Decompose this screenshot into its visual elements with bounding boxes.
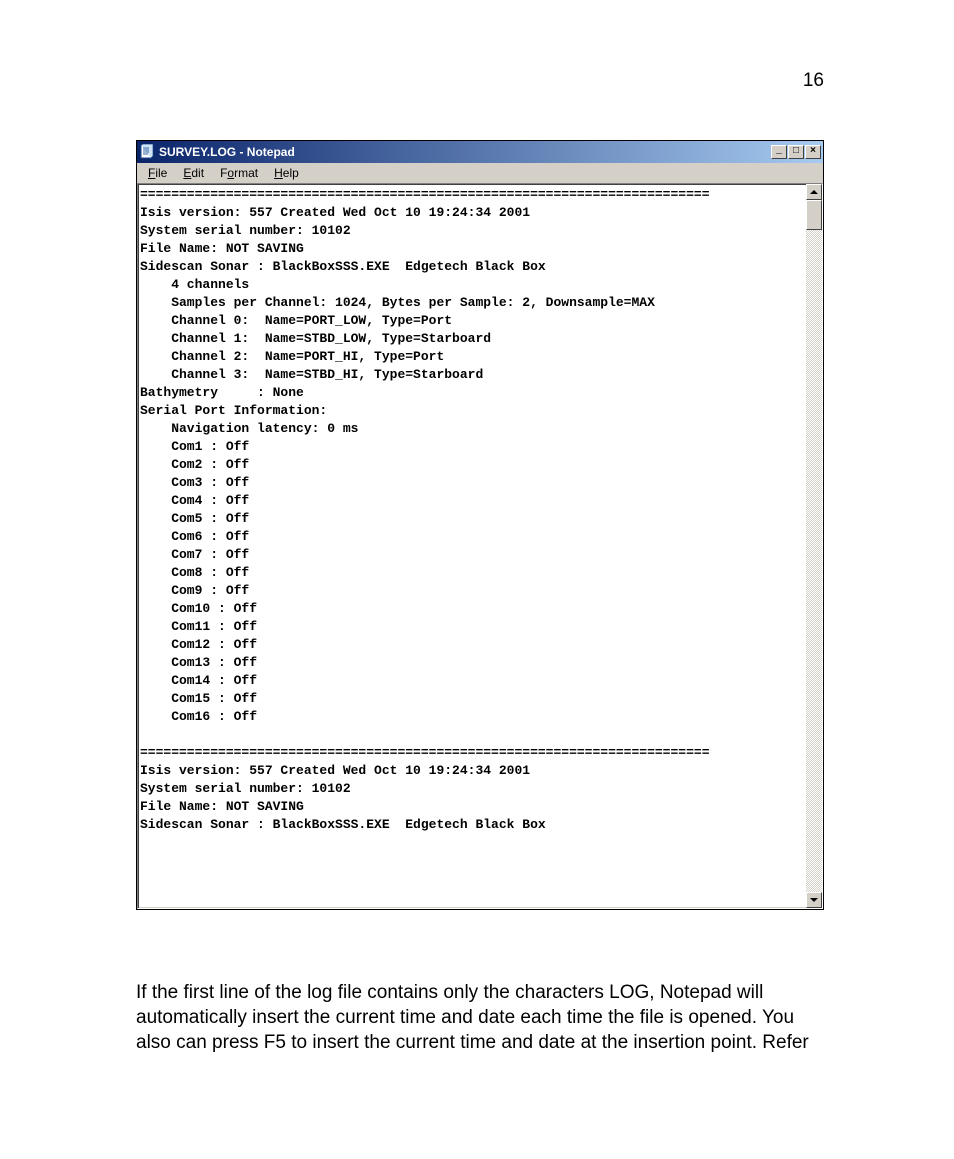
menu-edit[interactable]: Edit [176, 164, 211, 182]
caption-text: If the first line of the log file contai… [136, 980, 824, 1055]
maximize-button[interactable]: □ [788, 145, 804, 159]
menu-format[interactable]: Format [213, 164, 265, 182]
titlebar: SURVEY.LOG - Notepad _ □ × [137, 141, 823, 163]
page-number: 16 [803, 70, 824, 92]
scroll-up-button[interactable] [806, 184, 822, 200]
close-button[interactable]: × [805, 145, 821, 159]
menu-file[interactable]: File [141, 164, 174, 182]
vertical-scrollbar[interactable] [806, 184, 822, 908]
notepad-icon [139, 144, 155, 160]
scroll-thumb[interactable] [806, 200, 822, 230]
scroll-track[interactable] [806, 230, 822, 892]
minimize-button[interactable]: _ [771, 145, 787, 159]
menubar: File Edit Format Help [137, 163, 823, 183]
window-title: SURVEY.LOG - Notepad [159, 145, 295, 159]
text-area[interactable]: ========================================… [138, 184, 806, 908]
client-area: ========================================… [137, 183, 823, 909]
notepad-window: SURVEY.LOG - Notepad _ □ × File Edit For… [136, 140, 824, 910]
scroll-down-button[interactable] [806, 892, 822, 908]
menu-help[interactable]: Help [267, 164, 306, 182]
